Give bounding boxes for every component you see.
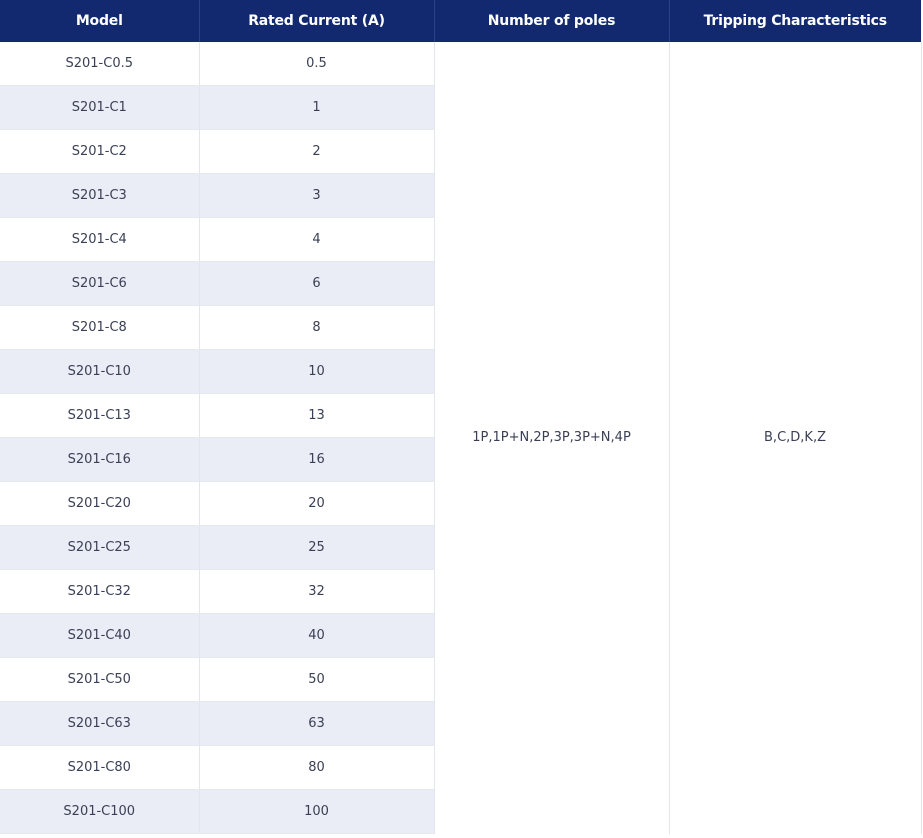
cell-model: S201-C0.5 [0,42,200,86]
header-row: Model Rated Current (A) Number of poles … [0,0,921,42]
cell-rated-current: 20 [199,481,435,526]
cell-model: S201-C1 [0,85,200,130]
cell-rated-current: 8 [199,305,435,350]
cell-rated-current: 13 [199,393,435,438]
header-model: Model [0,0,200,42]
cell-rated-current: 32 [199,569,435,614]
spec-table: Model Rated Current (A) Number of poles … [0,0,922,834]
cell-rated-current: 16 [199,437,435,482]
table-body: S201-C0.5 0.5 1P,1P+N,2P,3P,3P+N,4P B,C,D,K… [0,42,922,834]
cell-rated-current: 40 [199,613,435,658]
cell-rated-current: 4 [199,217,435,262]
cell-model: S201-C20 [0,481,200,526]
cell-model: S201-C63 [0,701,200,746]
table-row: S201-C0.5 0.5 1P,1P+N,2P,3P,3P+N,4P B,C,D,K… [0,42,922,834]
cell-tripping-characteristics: B,C,D,K,Z [668,42,922,834]
cell-model: S201-C50 [0,657,200,702]
cell-model: S201-C3 [0,173,200,218]
cell-rated-current: 63 [199,701,435,746]
header-tripping-characteristics: Tripping Characteristics [669,0,921,42]
cell-model: S201-C6 [0,261,200,306]
cell-rated-current: 6 [199,261,435,306]
cell-number-of-poles: 1P,1P+N,2P,3P,3P+N,4P [433,42,670,834]
header-rated-current: Rated Current (A) [199,0,435,42]
cell-model: S201-C32 [0,569,200,614]
cell-rated-current: 50 [199,657,435,702]
cell-model: S201-C80 [0,745,200,790]
cell-model: S201-C13 [0,393,200,438]
cell-model: S201-C25 [0,525,200,570]
cell-model: S201-C2 [0,129,200,174]
cell-model: S201-C100 [0,789,200,834]
cell-rated-current: 2 [199,129,435,174]
table-header: Model Rated Current (A) Number of poles … [0,0,921,42]
cell-rated-current: 0.5 [199,42,435,86]
cell-model: S201-C8 [0,305,200,350]
header-number-of-poles: Number of poles [434,0,670,42]
cell-rated-current: 10 [199,349,435,394]
cell-rated-current: 3 [199,173,435,218]
cell-model: S201-C4 [0,217,200,262]
cell-rated-current: 100 [199,789,435,834]
cell-model: S201-C40 [0,613,200,658]
cell-model: S201-C16 [0,437,200,482]
cell-rated-current: 1 [199,85,435,130]
cell-model: S201-C10 [0,349,200,394]
cell-rated-current: 25 [199,525,435,570]
cell-rated-current: 80 [199,745,435,790]
